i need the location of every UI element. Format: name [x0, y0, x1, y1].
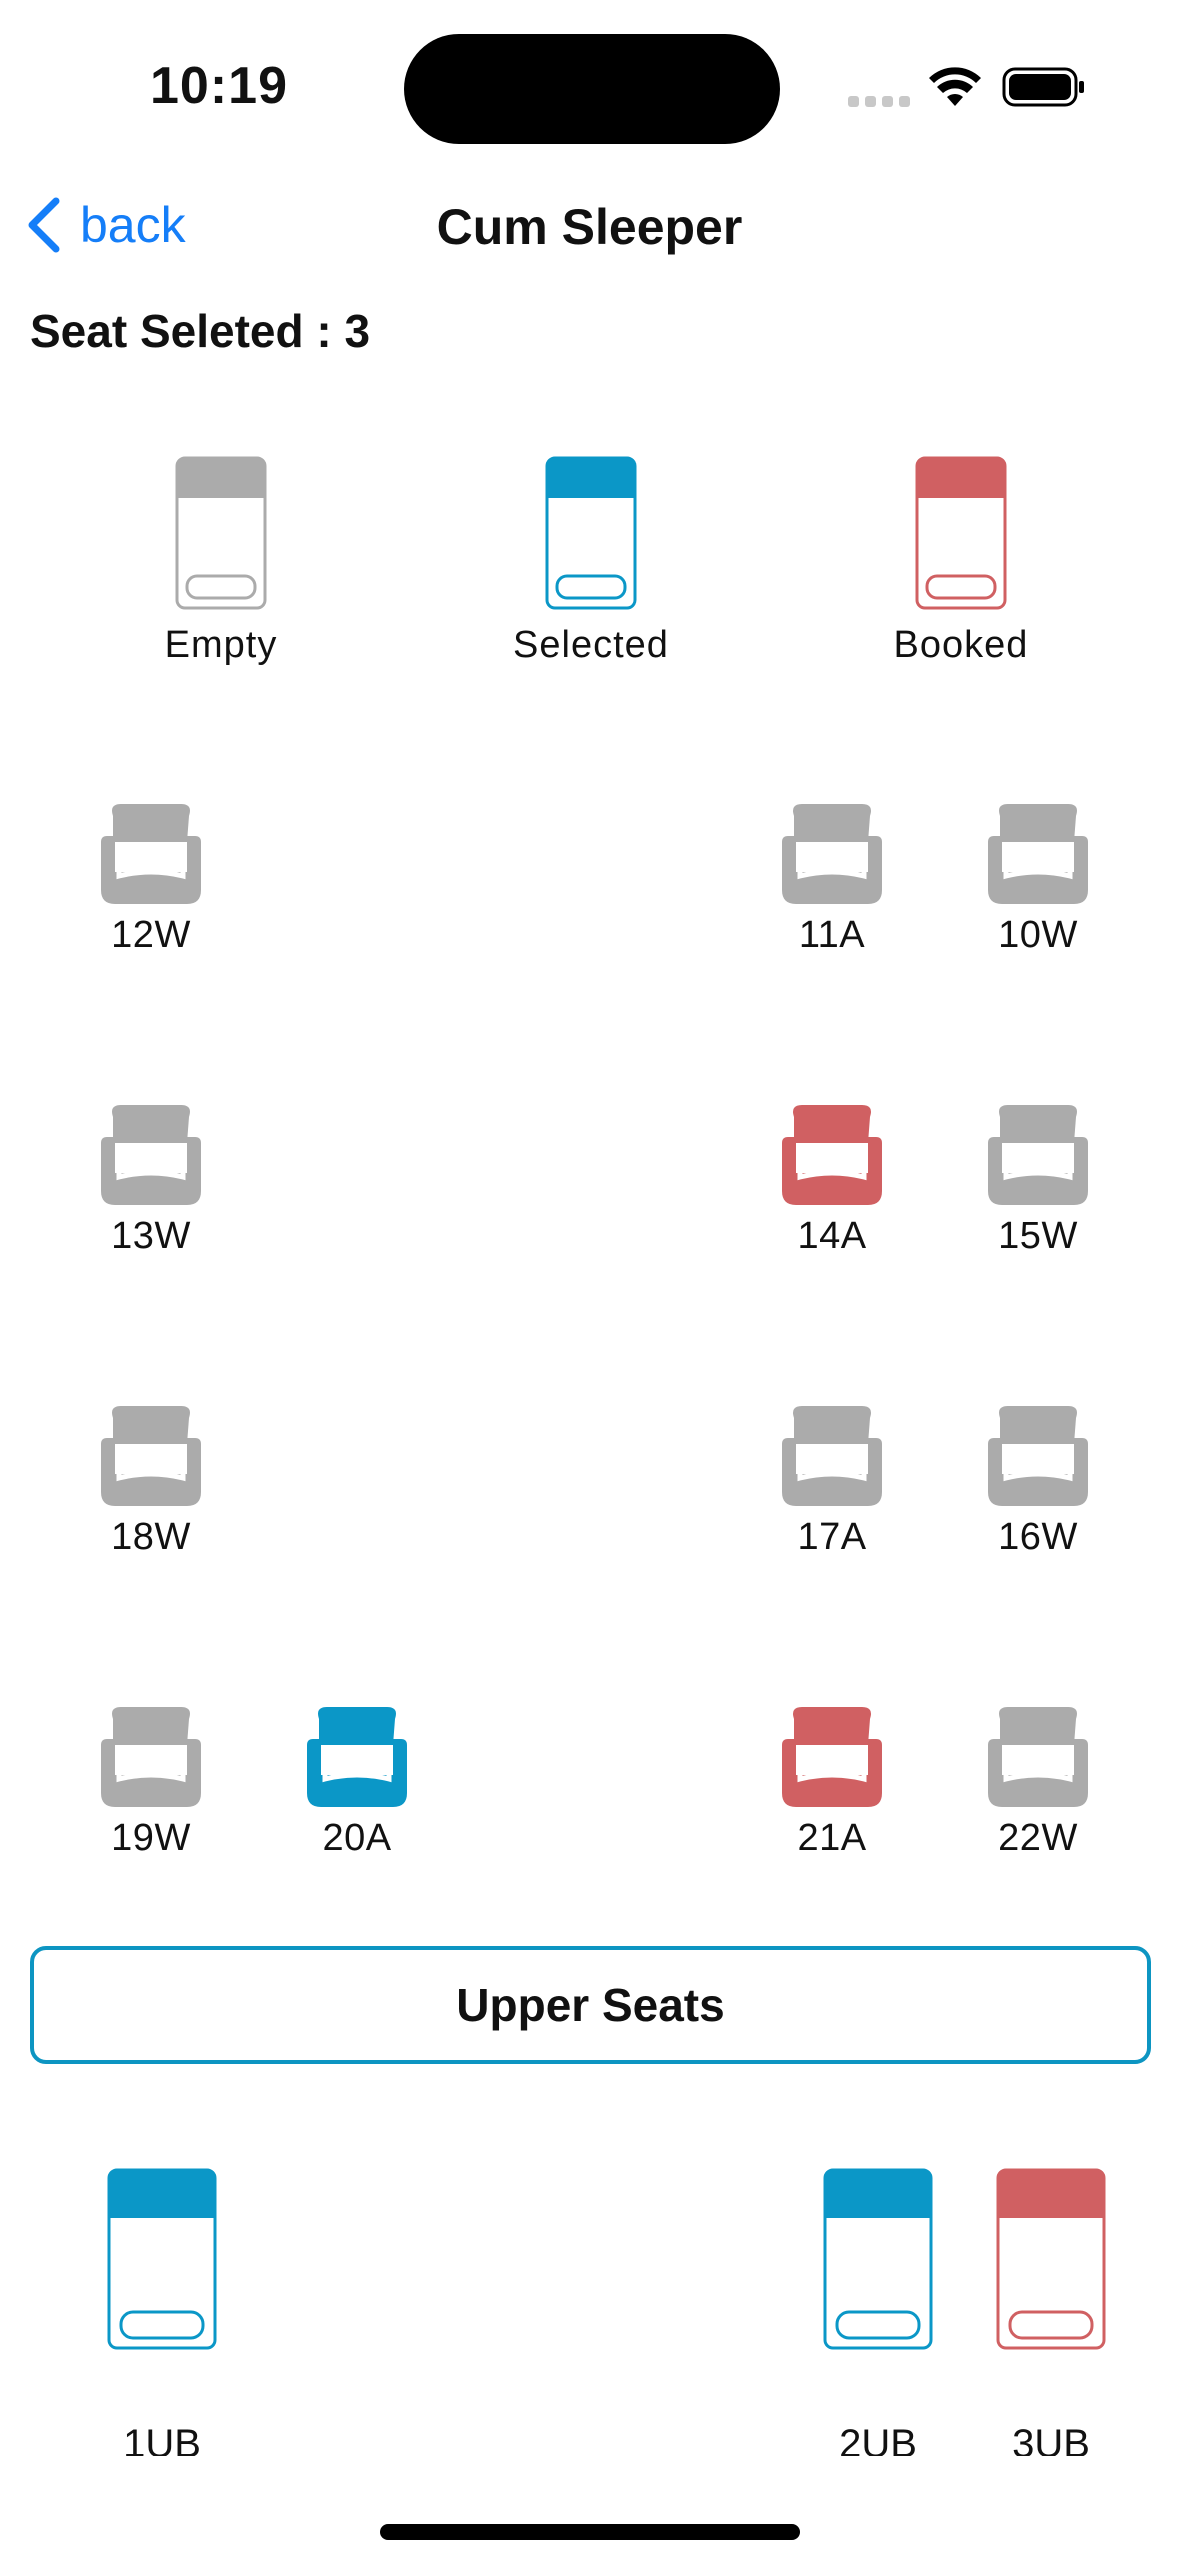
berth-label: 3UB	[1012, 2422, 1090, 2456]
sleeper-berth-icon	[823, 2168, 933, 2350]
berth-1UB[interactable]: 1UB	[92, 2168, 232, 2456]
berth-2UB[interactable]: 2UB	[808, 2168, 948, 2456]
berth-label: 2UB	[839, 2422, 917, 2456]
sleeper-berth-icon	[107, 2168, 217, 2350]
upper-deck-seat-map: 1UB 2UB 3UB	[0, 0, 1179, 2456]
home-indicator[interactable]	[380, 2524, 800, 2540]
berth-3UB[interactable]: 3UB	[981, 2168, 1121, 2456]
sleeper-berth-icon	[996, 2168, 1106, 2350]
berth-label: 1UB	[123, 2422, 201, 2456]
